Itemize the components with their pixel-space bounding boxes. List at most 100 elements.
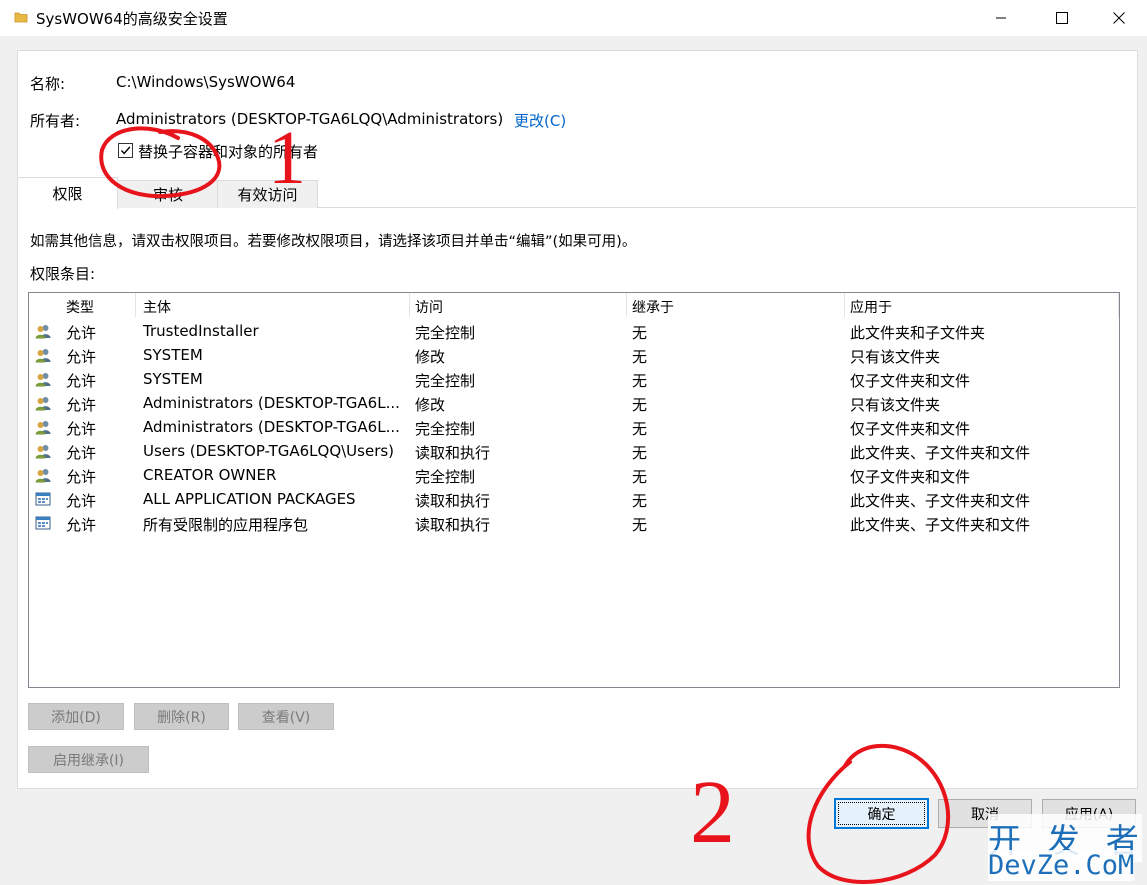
user-group-icon bbox=[35, 325, 51, 339]
cell-access: 修改 bbox=[415, 396, 446, 414]
cell-access: 读取和执行 bbox=[415, 444, 491, 462]
cell-type: 允许 bbox=[66, 516, 97, 534]
column-divider[interactable] bbox=[844, 293, 845, 317]
table-row[interactable]: 允许 所有受限制的应用程序包 读取和执行 无 此文件夹、子文件夹和文件 bbox=[29, 511, 1119, 535]
column-divider bbox=[1118, 293, 1119, 317]
column-divider[interactable] bbox=[135, 293, 136, 317]
column-header-principal[interactable]: 主体 bbox=[143, 297, 171, 317]
cell-applies-to: 此文件夹、子文件夹和文件 bbox=[850, 516, 1031, 534]
column-header-inherited-from[interactable]: 继承于 bbox=[632, 297, 674, 317]
close-button[interactable] bbox=[1091, 0, 1147, 36]
folder-icon bbox=[14, 12, 28, 23]
cell-access: 完全控制 bbox=[415, 324, 476, 342]
cell-type: 允许 bbox=[66, 420, 97, 438]
app-package-icon bbox=[35, 516, 51, 530]
cell-principal: Administrators (DESKTOP-TGA6L... bbox=[143, 394, 400, 412]
change-owner-link[interactable]: 更改(C) bbox=[514, 110, 566, 131]
cell-applies-to: 仅子文件夹和文件 bbox=[850, 372, 971, 390]
annotation-number-2: 2 bbox=[690, 763, 735, 862]
annotation-number-1: 1 bbox=[268, 116, 306, 200]
cell-applies-to: 此文件夹、子文件夹和文件 bbox=[850, 492, 1031, 510]
list-header: 类型 主体 访问 继承于 应用于 bbox=[29, 293, 1119, 317]
column-header-type[interactable]: 类型 bbox=[66, 297, 94, 317]
column-divider[interactable] bbox=[626, 293, 627, 317]
cell-inherited-from: 无 bbox=[632, 348, 648, 366]
close-icon bbox=[1113, 12, 1125, 24]
cell-inherited-from: 无 bbox=[632, 324, 648, 342]
cell-principal: 所有受限制的应用程序包 bbox=[143, 516, 309, 534]
permission-entries-label: 权限条目: bbox=[30, 265, 96, 283]
cell-principal: SYSTEM bbox=[143, 346, 203, 364]
owner-label: 所有者: bbox=[30, 112, 81, 130]
cell-access: 完全控制 bbox=[415, 420, 476, 438]
user-group-icon bbox=[35, 445, 51, 459]
checkmark-icon bbox=[120, 146, 131, 155]
column-header-access[interactable]: 访问 bbox=[415, 297, 443, 317]
focus-rectangle bbox=[838, 802, 925, 825]
cell-access: 修改 bbox=[415, 348, 446, 366]
enable-inheritance-button[interactable]: 启用继承(I) bbox=[28, 746, 149, 773]
cell-type: 允许 bbox=[66, 492, 97, 510]
table-row[interactable]: 允许 SYSTEM 完全控制 无 仅子文件夹和文件 bbox=[29, 367, 1119, 391]
cell-principal: SYSTEM bbox=[143, 370, 203, 388]
view-button[interactable]: 查看(V) bbox=[238, 703, 334, 730]
cell-access: 完全控制 bbox=[415, 372, 476, 390]
user-group-icon bbox=[35, 349, 51, 363]
table-row[interactable]: 允许 SYSTEM 修改 无 只有该文件夹 bbox=[29, 343, 1119, 367]
title-bar: SysWOW64的高级安全设置 bbox=[0, 0, 1147, 36]
table-row[interactable]: 允许 TrustedInstaller 完全控制 无 此文件夹和子文件夹 bbox=[29, 319, 1119, 343]
remove-button[interactable]: 删除(R) bbox=[134, 703, 229, 730]
tab-permissions[interactable]: 权限 bbox=[17, 177, 118, 209]
ok-button[interactable]: 确定 bbox=[834, 798, 929, 829]
cell-type: 允许 bbox=[66, 324, 97, 342]
cell-applies-to: 只有该文件夹 bbox=[850, 396, 941, 414]
cell-principal: Administrators (DESKTOP-TGA6L... bbox=[143, 418, 400, 436]
cell-principal: ALL APPLICATION PACKAGES bbox=[143, 490, 356, 508]
maximize-button[interactable] bbox=[1034, 0, 1090, 36]
cell-access: 完全控制 bbox=[415, 468, 476, 486]
user-group-icon bbox=[35, 373, 51, 387]
maximize-icon bbox=[1056, 12, 1068, 24]
watermark-devze: DevZe.CoM bbox=[988, 850, 1135, 881]
cell-inherited-from: 无 bbox=[632, 420, 648, 438]
cell-inherited-from: 无 bbox=[632, 468, 648, 486]
table-row[interactable]: 允许 CREATOR OWNER 完全控制 无 仅子文件夹和文件 bbox=[29, 463, 1119, 487]
cell-applies-to: 此文件夹和子文件夹 bbox=[850, 324, 986, 342]
cell-applies-to: 此文件夹、子文件夹和文件 bbox=[850, 444, 1031, 462]
cell-inherited-from: 无 bbox=[632, 444, 648, 462]
permission-entries-list[interactable]: 类型 主体 访问 继承于 应用于 允许 TrustedInstaller 完全控制无… bbox=[28, 292, 1120, 688]
instructions-text: 如需其他信息，请双击权限项目。若要修改权限项目，请选择该项目并单击“编辑”(如果… bbox=[30, 234, 637, 250]
replace-owner-checkbox[interactable] bbox=[118, 143, 133, 158]
cell-type: 允许 bbox=[66, 348, 97, 366]
cell-principal: Users (DESKTOP-TGA6LQQ\Users) bbox=[143, 442, 395, 460]
name-label: 名称: bbox=[30, 75, 66, 93]
user-group-icon bbox=[35, 421, 51, 435]
cell-access: 读取和执行 bbox=[415, 492, 491, 510]
cell-inherited-from: 无 bbox=[632, 492, 648, 510]
cell-inherited-from: 无 bbox=[632, 516, 648, 534]
user-group-icon bbox=[35, 397, 51, 411]
column-divider[interactable] bbox=[409, 293, 410, 317]
cell-principal: TrustedInstaller bbox=[143, 322, 259, 340]
cell-applies-to: 仅子文件夹和文件 bbox=[850, 468, 971, 486]
table-row[interactable]: 允许 Users (DESKTOP-TGA6LQQ\Users) 读取和执行 无 此文件… bbox=[29, 439, 1119, 463]
owner-value: Administrators (DESKTOP-TGA6LQQ\Administ… bbox=[116, 110, 504, 128]
cell-principal: CREATOR OWNER bbox=[143, 466, 277, 484]
add-button[interactable]: 添加(D) bbox=[28, 703, 124, 730]
cell-applies-to: 仅子文件夹和文件 bbox=[850, 420, 971, 438]
table-row[interactable]: 允许 Administrators (DESKTOP-TGA6L... 完全控制 无 仅… bbox=[29, 415, 1119, 439]
window-title: SysWOW64的高级安全设置 bbox=[36, 10, 228, 28]
cell-inherited-from: 无 bbox=[632, 372, 648, 390]
app-package-icon bbox=[35, 492, 51, 506]
cell-type: 允许 bbox=[66, 372, 97, 390]
column-header-applies-to[interactable]: 应用于 bbox=[850, 297, 892, 317]
table-row[interactable]: 允许 Administrators (DESKTOP-TGA6L... 修改 无 只有该… bbox=[29, 391, 1119, 415]
minimize-icon bbox=[996, 17, 1006, 19]
cell-type: 允许 bbox=[66, 396, 97, 414]
tab-auditing[interactable]: 审核 bbox=[117, 180, 219, 208]
minimize-button[interactable] bbox=[973, 0, 1029, 36]
cell-type: 允许 bbox=[66, 468, 97, 486]
cell-access: 读取和执行 bbox=[415, 516, 491, 534]
table-row[interactable]: 允许 ALL APPLICATION PACKAGES 读取和执行 无 此文件夹、子文件… bbox=[29, 487, 1119, 511]
user-group-icon bbox=[35, 469, 51, 483]
